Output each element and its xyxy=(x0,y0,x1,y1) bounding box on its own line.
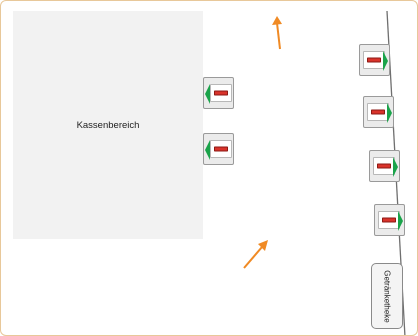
station-right-1[interactable] xyxy=(359,44,390,76)
green-status-icon xyxy=(393,157,398,177)
drinks-counter[interactable]: Getränketheke xyxy=(371,263,403,329)
station-right-4[interactable] xyxy=(374,204,405,236)
red-status-icon xyxy=(371,109,385,115)
red-status-icon xyxy=(214,146,228,152)
green-status-icon xyxy=(383,51,388,71)
station-screen xyxy=(210,140,232,158)
station-left-1[interactable] xyxy=(203,77,234,109)
drinks-counter-label: Getränketheke xyxy=(382,269,392,323)
red-status-icon xyxy=(214,90,228,96)
station-right-2[interactable] xyxy=(363,96,394,128)
green-status-icon xyxy=(387,103,392,123)
floor-plan-canvas: Kassenbereich Getränketheke xyxy=(0,0,418,336)
orange-arrow-icon xyxy=(272,16,282,50)
red-status-icon xyxy=(367,57,381,63)
orange-arrow-icon xyxy=(243,240,268,269)
green-status-icon xyxy=(398,211,403,231)
right-wall-line xyxy=(386,10,406,335)
station-right-3[interactable] xyxy=(369,150,400,182)
station-screen xyxy=(210,84,232,102)
red-status-icon xyxy=(377,163,391,169)
red-status-icon xyxy=(382,217,396,223)
station-left-2[interactable] xyxy=(203,133,234,165)
